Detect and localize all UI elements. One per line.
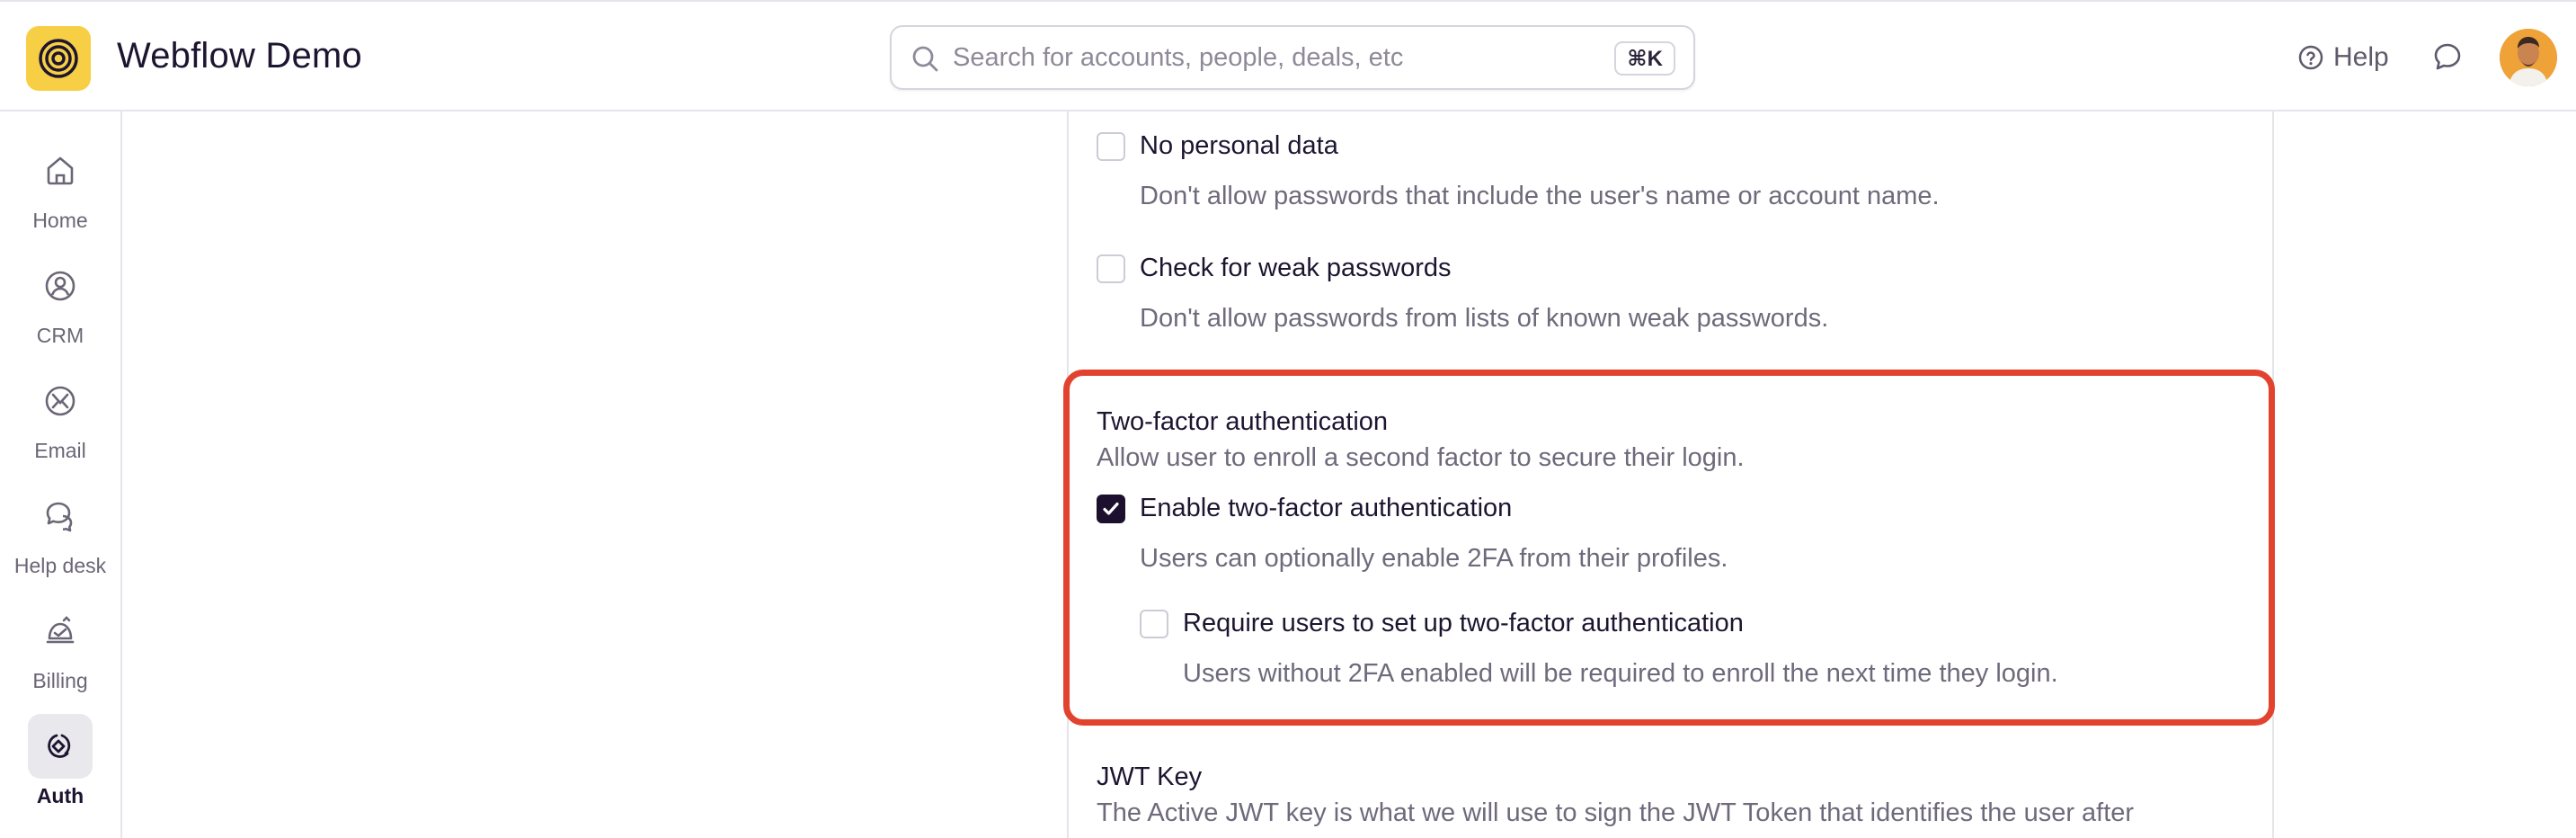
billing-icon — [46, 616, 75, 644]
help-button[interactable]: Help — [2297, 38, 2389, 77]
top-bar: Webflow Demo ⌘K Help — [0, 0, 2576, 111]
sidebar-item-label: CRM — [36, 324, 84, 347]
weak-passwords-description: Don't allow passwords from lists of know… — [1140, 304, 1829, 333]
avatar-portrait-icon — [2500, 29, 2557, 86]
help-circle-icon — [2298, 45, 2323, 70]
sidebar-nav: Home CRM Email Help desk Billing Auth — [0, 111, 122, 838]
global-search[interactable]: ⌘K — [890, 25, 1695, 90]
home-icon — [47, 156, 74, 185]
two-factor-subtitle: Allow user to enroll a second factor to … — [1097, 443, 1745, 472]
search-shortcut-badge: ⌘K — [1614, 41, 1675, 76]
chat-bubble-icon — [2434, 43, 2461, 70]
sidebar-item-label: Auth — [36, 784, 84, 807]
weak-passwords-checkbox[interactable] — [1097, 254, 1125, 283]
email-icon — [45, 386, 76, 416]
sidebar-item-label: Help desk — [13, 554, 107, 577]
sidebar-item-auth[interactable]: Auth — [0, 714, 120, 822]
auth-icon — [48, 734, 71, 758]
enable-2fa-checkbox[interactable] — [1097, 495, 1125, 523]
jwt-key-title: JWT Key — [1097, 762, 1203, 791]
sidebar-item-label: Home — [32, 209, 88, 232]
sidebar-item-label: Billing — [32, 669, 88, 692]
settings-panel — [1067, 111, 2274, 838]
app-logo[interactable] — [26, 26, 91, 91]
require-2fa-description: Users without 2FA enabled will be requir… — [1183, 659, 2058, 688]
sidebar-item-crm[interactable]: CRM — [0, 254, 120, 361]
no-personal-data-label[interactable]: No personal data — [1140, 131, 1338, 161]
weak-passwords-label[interactable]: Check for weak passwords — [1140, 254, 1452, 283]
help-desk-icon — [46, 502, 73, 532]
search-icon — [912, 46, 938, 72]
logo-rings-icon — [39, 39, 78, 78]
two-factor-title: Two-factor authentication — [1097, 407, 1389, 436]
no-personal-data-description: Don't allow passwords that include the u… — [1140, 182, 1940, 210]
no-personal-data-checkbox[interactable] — [1097, 132, 1125, 161]
require-2fa-label[interactable]: Require users to set up two-factor authe… — [1183, 609, 1744, 638]
help-label: Help — [2333, 42, 2389, 72]
sidebar-item-help-desk[interactable]: Help desk — [0, 484, 120, 592]
sidebar-item-billing[interactable]: Billing — [0, 599, 120, 707]
checkmark-icon — [1103, 502, 1119, 515]
sidebar-item-home[interactable]: Home — [0, 138, 120, 246]
enable-2fa-description: Users can optionally enable 2FA from the… — [1140, 544, 1728, 573]
user-avatar[interactable] — [2500, 29, 2557, 86]
jwt-key-description: The Active JWT key is what we will use t… — [1097, 798, 2135, 827]
app-title: Webflow Demo — [117, 36, 362, 76]
sidebar-item-label: Email — [34, 439, 86, 462]
messages-button[interactable] — [2432, 41, 2463, 76]
search-input[interactable] — [953, 40, 1582, 76]
crm-icon — [45, 271, 76, 301]
sidebar-item-email[interactable]: Email — [0, 369, 120, 477]
enable-2fa-label[interactable]: Enable two-factor authentication — [1140, 494, 1512, 523]
require-2fa-checkbox[interactable] — [1140, 610, 1168, 638]
